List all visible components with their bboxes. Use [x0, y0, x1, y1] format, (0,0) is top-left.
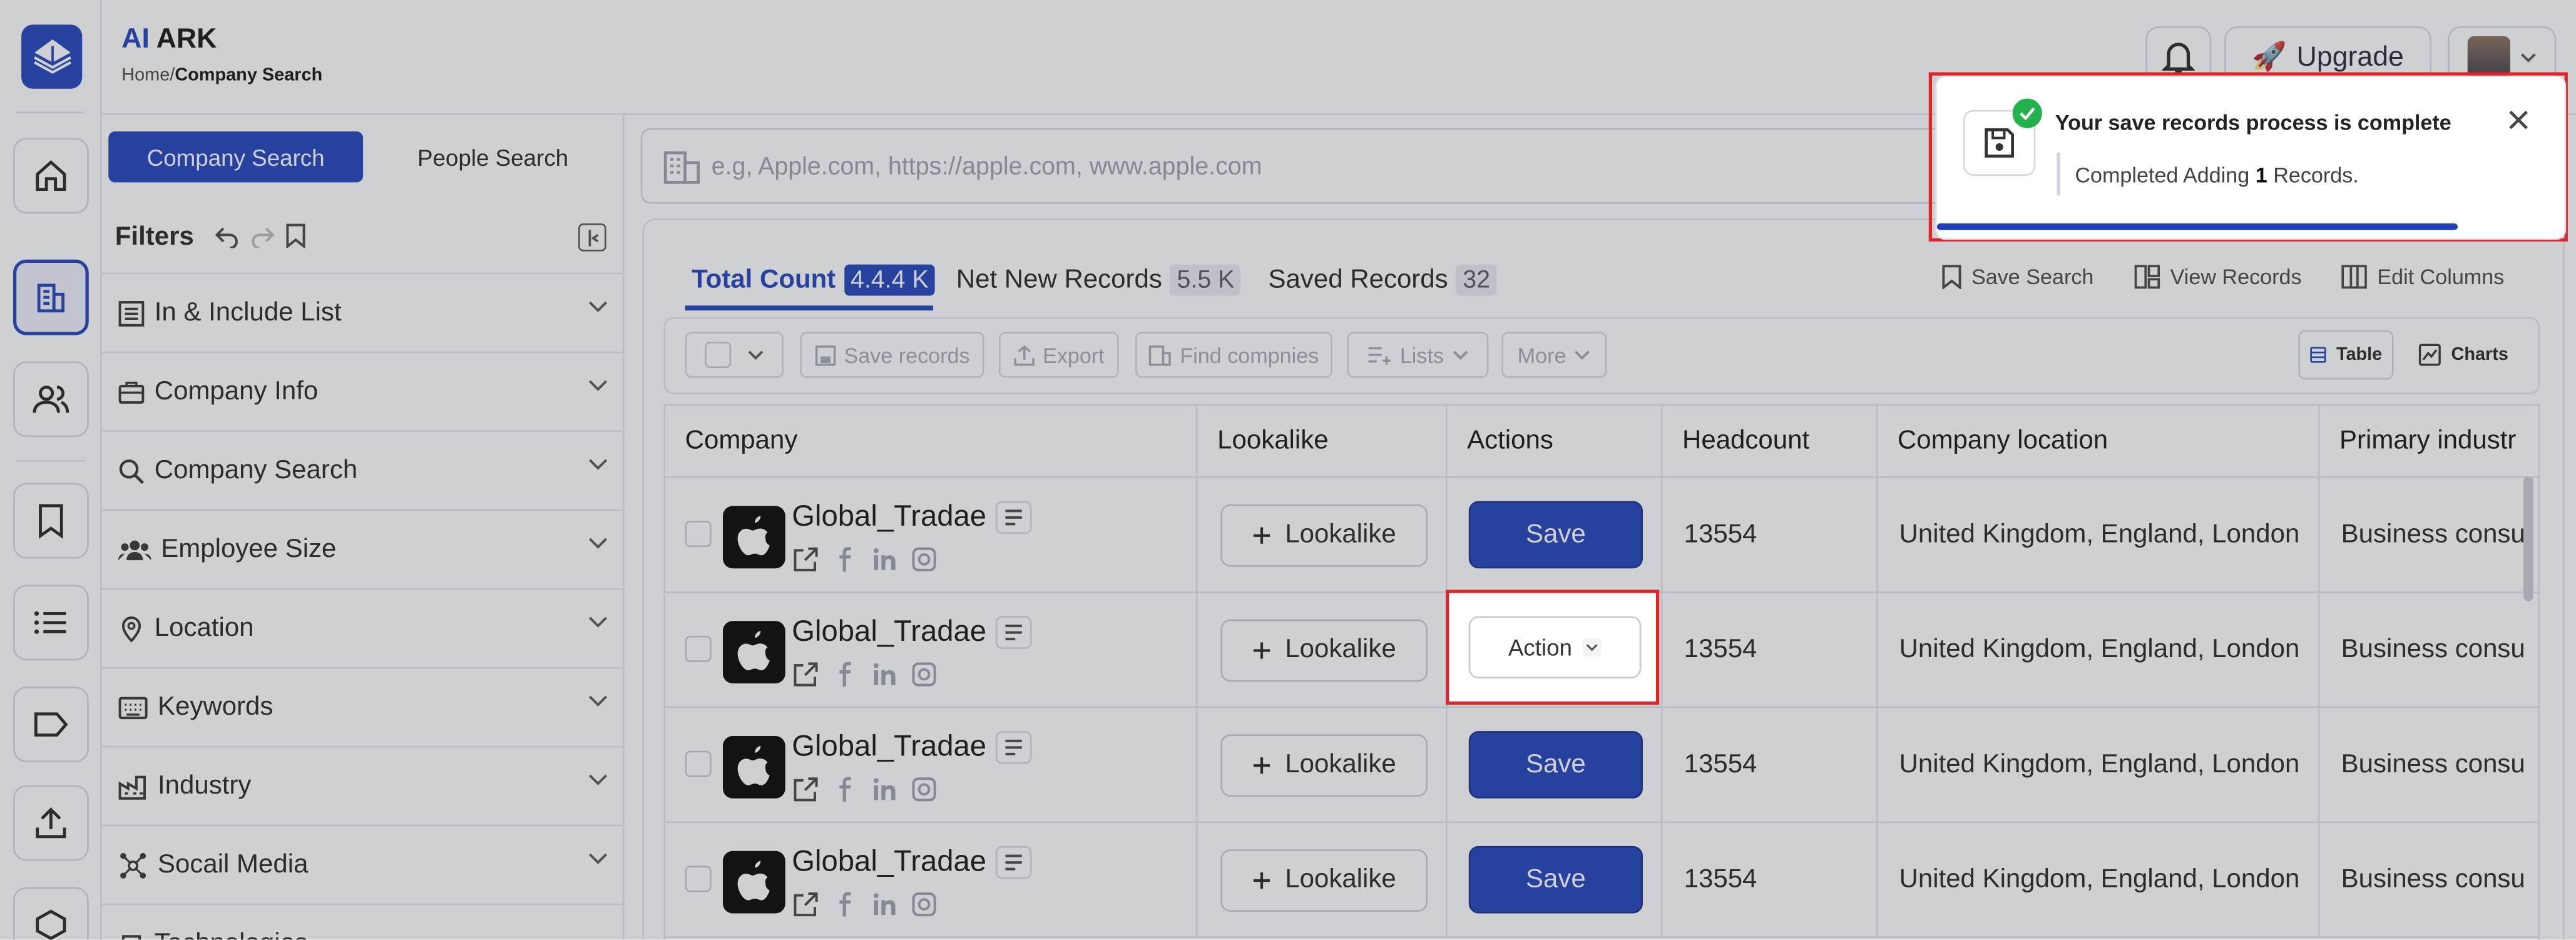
- floppy-save-icon: [1985, 128, 2014, 158]
- toast-message: Completed Adding 1 Records.: [2075, 162, 2359, 188]
- toast-close-button[interactable]: [2505, 107, 2532, 133]
- chevron-down-icon: [1583, 638, 1601, 656]
- close-icon: [2509, 110, 2528, 130]
- success-check-icon: [2012, 98, 2042, 128]
- highlighted-action-cell: Action: [1446, 590, 1660, 705]
- toast-progress-bar: [1936, 223, 2458, 230]
- toast-title: Your save records process is complete: [2055, 110, 2451, 135]
- action-dropdown[interactable]: Action: [1468, 616, 1642, 679]
- toast-divider: [2057, 153, 2060, 196]
- toast-progress-track: [1936, 223, 2565, 230]
- save-complete-toast: Your save records process is complete Co…: [1935, 75, 2567, 240]
